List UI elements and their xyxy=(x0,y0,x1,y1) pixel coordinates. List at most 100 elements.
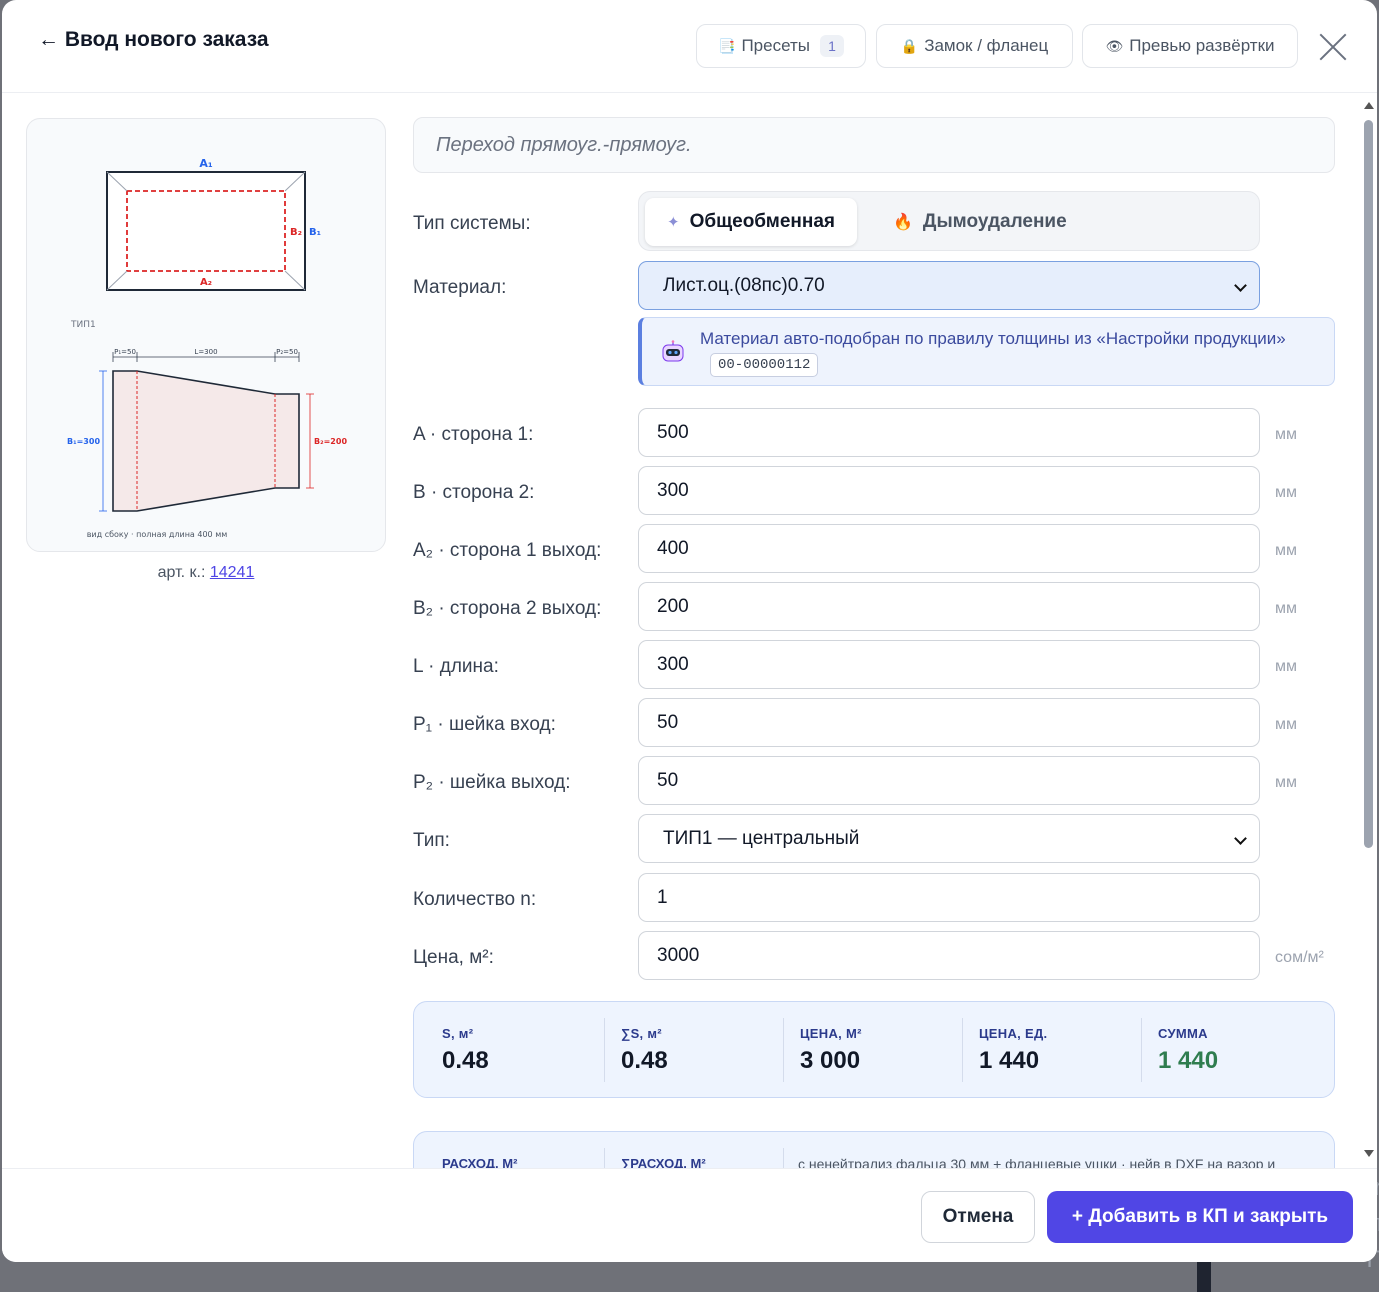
diagram-label-b1: B₁ xyxy=(309,227,321,238)
article-number: арт. к.: 14241 xyxy=(26,564,386,582)
article-label: арт. к.: xyxy=(157,564,206,581)
consumption-note: с ненейтрализ фальца 30 мм + фланцевые у… xyxy=(798,1156,1276,1168)
material-info-banner: Материал авто-подобран по правилу толщин… xyxy=(638,317,1335,386)
document-icon: 📑 xyxy=(718,37,736,54)
article-link[interactable]: 14241 xyxy=(210,564,255,581)
field-p2-unit: мм xyxy=(1275,774,1297,791)
price-input[interactable]: 3000 xyxy=(638,931,1260,980)
diagram-l-label: L=300 xyxy=(194,348,217,356)
order-modal: ← Ввод нового заказа 📑 Пресеты 1 🔒 Замок… xyxy=(2,0,1377,1262)
scroll-thumb[interactable] xyxy=(1364,120,1373,848)
lock-flange-button[interactable]: 🔒 Замок / фланец xyxy=(876,24,1073,68)
modal-header: ← Ввод нового заказа 📑 Пресеты 1 🔒 Замок… xyxy=(2,0,1377,93)
summary-price-unit-key: ЦЕНА, ЕД. xyxy=(979,1026,1048,1041)
field-a-input[interactable]: 500 xyxy=(638,408,1260,457)
diagram-label-a1: A₁ xyxy=(199,157,213,170)
product-name: Переход прямоуг.-прямоуг. xyxy=(413,117,1335,173)
field-b2-label: B₂ · сторона 2 выход: xyxy=(413,598,602,619)
summary-total: СУММА 1 440 xyxy=(1144,1016,1218,1082)
system-type-toggle: ✦ Общеобменная 🔥 Дымоудаление xyxy=(638,191,1260,251)
quantity-label: Количество n: xyxy=(413,889,537,910)
field-p2-input[interactable]: 50 xyxy=(638,756,1260,805)
presets-button[interactable]: 📑 Пресеты 1 xyxy=(696,24,866,68)
preview-button[interactable]: 👁 Превью развёртки xyxy=(1082,24,1298,68)
diagram-b2-dim: B₂=200 xyxy=(314,437,347,446)
consumption-key: РАСХОД, М² xyxy=(442,1156,518,1168)
summary-area-key: S, м² xyxy=(442,1026,474,1041)
eye-icon: 👁 xyxy=(1105,37,1124,54)
scroll-up-arrow[interactable] xyxy=(1364,102,1374,109)
presets-count-badge: 1 xyxy=(819,35,844,57)
material-select-value: Лист.оц.(08пс)0.70 xyxy=(663,275,825,296)
summary-card: S, м² 0.48 ∑S, м² 0.48 ЦЕНА, М² 3 000 ЦЕ… xyxy=(413,1001,1335,1098)
material-code-chip: 00-00000112 xyxy=(710,353,819,377)
modal-scrollbar[interactable] xyxy=(1362,98,1375,1164)
field-b-input[interactable]: 300 xyxy=(638,466,1260,515)
field-p1-label: P₁ · шейка вход: xyxy=(413,714,556,735)
modal-footer: Отмена + Добавить в КП и закрыть xyxy=(2,1168,1377,1262)
diagram-p1-label: P₁=50 xyxy=(114,348,136,356)
summary-price-m2-value: 3 000 xyxy=(800,1047,861,1074)
system-option-general-label: Общеобменная xyxy=(689,211,836,232)
sparkle-icon: ✦ xyxy=(667,214,680,231)
material-label: Материал: xyxy=(413,277,507,298)
material-info-message: Материал авто-подобран по правилу толщин… xyxy=(700,329,1286,348)
robot-icon xyxy=(662,340,684,362)
summary-total-key: СУММА xyxy=(1158,1026,1208,1041)
summary-total-area: ∑S, м² 0.48 xyxy=(607,1016,668,1082)
product-diagram-card: A₁ B₂ B₁ A₂ ТИП1 P₁=50 L=300 P₂=50 B₁=30… xyxy=(26,118,386,552)
presets-label: Пресеты xyxy=(741,36,810,55)
system-option-smoke[interactable]: 🔥 Дымоудаление xyxy=(871,198,1089,246)
preview-label: Превью развёртки xyxy=(1129,36,1275,55)
cancel-button[interactable]: Отмена xyxy=(921,1191,1035,1243)
summary-total-area-key: ∑S, м² xyxy=(621,1026,662,1041)
modal-title[interactable]: ← Ввод нового заказа xyxy=(38,28,269,52)
field-b-unit: мм xyxy=(1275,484,1297,501)
scroll-down-arrow[interactable] xyxy=(1364,1150,1374,1157)
field-a-unit: мм xyxy=(1275,426,1297,443)
system-option-smoke-label: Дымоудаление xyxy=(922,211,1067,232)
type-select[interactable]: ТИП1 — центральный xyxy=(638,814,1260,863)
field-p1-unit: мм xyxy=(1275,716,1297,733)
field-b-label: B · сторона 2: xyxy=(413,482,535,503)
backdrop-bar xyxy=(1197,1262,1211,1292)
field-b2-input[interactable]: 200 xyxy=(638,582,1260,631)
price-unit: сом/м² xyxy=(1275,949,1324,966)
type-label: Тип: xyxy=(413,830,450,851)
system-type-label: Тип системы: xyxy=(413,213,531,234)
total-consumption-key: ∑РАСХОД, М² xyxy=(621,1156,706,1168)
summary-total-area-value: 0.48 xyxy=(621,1047,668,1074)
fire-icon: 🔥 xyxy=(893,214,913,231)
quantity-input[interactable]: 1 xyxy=(638,873,1260,922)
diagram-label-b2: B₂ xyxy=(290,227,302,238)
lock-icon: 🔒 xyxy=(900,37,919,54)
modal-body[interactable]: A₁ B₂ B₁ A₂ ТИП1 P₁=50 L=300 P₂=50 B₁=30… xyxy=(2,94,1377,1168)
price-label: Цена, м²: xyxy=(413,947,494,968)
system-option-general[interactable]: ✦ Общеобменная xyxy=(645,198,858,246)
summary-price-unit: ЦЕНА, ЕД. 1 440 xyxy=(965,1016,1047,1082)
field-a-label: A · сторона 1: xyxy=(413,424,534,445)
material-select[interactable]: Лист.оц.(08пс)0.70 xyxy=(638,261,1260,310)
chevron-down-icon xyxy=(1234,832,1247,845)
summary-area-value: 0.48 xyxy=(442,1047,489,1074)
summary-area: S, м² 0.48 xyxy=(428,1016,489,1082)
diagram-label-a2: A₂ xyxy=(200,277,212,288)
diagram-type-label: ТИП1 xyxy=(70,320,96,330)
summary-total-value: 1 440 xyxy=(1158,1047,1219,1074)
lock-label: Замок / фланец xyxy=(924,36,1049,55)
diagram-caption: вид сбоку · полная длина 400 мм xyxy=(87,530,228,539)
summary-price-m2-key: ЦЕНА, М² xyxy=(800,1026,862,1041)
field-p1-input[interactable]: 50 xyxy=(638,698,1260,747)
diagram-b1-dim: B₁=300 xyxy=(67,437,100,446)
product-diagram: A₁ B₂ B₁ A₂ ТИП1 P₁=50 L=300 P₂=50 B₁=30… xyxy=(67,157,347,539)
add-to-quote-button[interactable]: + Добавить в КП и закрыть xyxy=(1047,1191,1353,1243)
field-l-input[interactable]: 300 xyxy=(638,640,1260,689)
type-select-value: ТИП1 — центральный xyxy=(663,828,860,849)
field-a2-input[interactable]: 400 xyxy=(638,524,1260,573)
close-icon[interactable] xyxy=(1318,32,1348,62)
consumption-card: РАСХОД, М² ∑РАСХОД, М² с ненейтрализ фал… xyxy=(413,1131,1335,1168)
field-a2-unit: мм xyxy=(1275,542,1297,559)
field-a2-label: A₂ · сторона 1 выход: xyxy=(413,540,602,561)
field-b2-unit: мм xyxy=(1275,600,1297,617)
field-l-label: L · длина: xyxy=(413,656,499,677)
